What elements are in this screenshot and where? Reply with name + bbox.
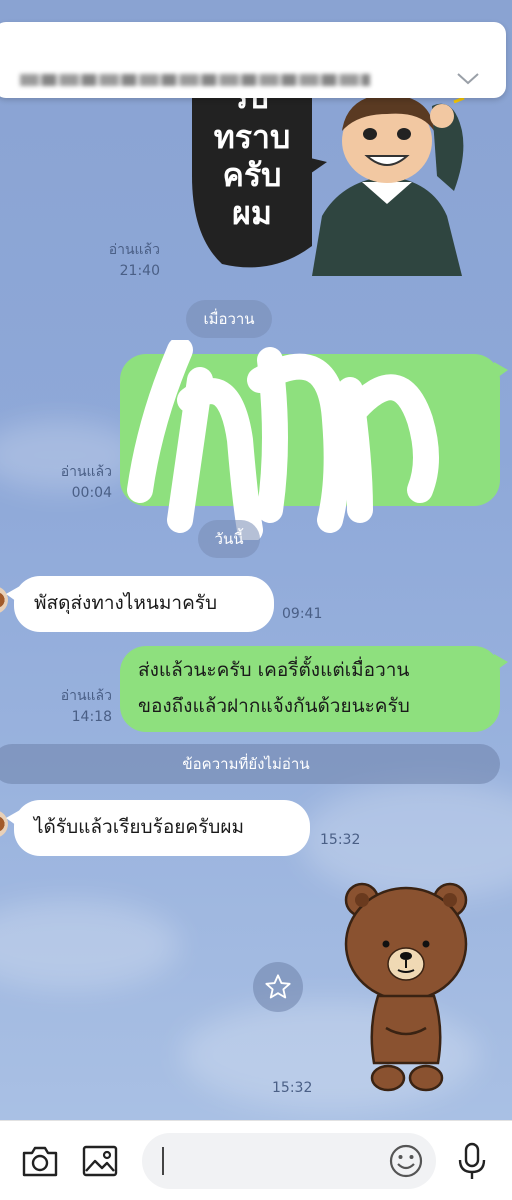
message-time: 21:40 [119,263,160,279]
incoming-message[interactable]: ได้รับแล้วเรียบร้อยครับผม [6,800,310,856]
emoji-icon[interactable] [386,1141,426,1181]
banner-text [20,74,370,86]
message-text-line2: ของถึงแล้วฝากแจ้งกันด้วยนะครับ [138,695,410,717]
date-separator-yesterday: เมื่อวาน [186,300,272,338]
sticker-text-line1: รับ [231,96,269,116]
unread-messages-divider: ข้อความที่ยังไม่อ่าน [0,744,500,784]
star-icon [265,974,291,999]
read-receipt: อ่านแล้ว 00:04 [46,462,112,504]
favorite-sticker-button[interactable] [253,962,303,1012]
read-label: อ่านแล้ว [60,464,112,480]
message-time: 09:41 [282,606,323,622]
sticker-text-line2: ทราบ [214,118,291,156]
read-receipt: อ่านแล้ว 14:18 [46,686,112,728]
outgoing-message[interactable]: ส่งแล้วนะครับ เคอรี่ตั้งแต่เมื่อวาน ของถ… [120,646,508,732]
redaction-scribble [127,340,439,540]
message-text: พัสดุส่งทางไหนมาครับ [34,592,218,614]
microphone-icon[interactable] [452,1141,492,1181]
incoming-message[interactable]: พัสดุส่งทางไหนมาครับ [6,576,274,632]
chevron-down-icon[interactable] [456,72,480,86]
message-time: 15:32 [320,832,361,848]
message-text-line1: ส่งแล้วนะครับ เคอรี่ตั้งแต่เมื่อวาน [138,659,410,681]
date-separator-today: วันนี้ [198,520,260,558]
sticker-text-line3: ครับ [223,156,282,194]
sticker-brown-bear[interactable] [340,878,480,1093]
sticker-text-line4: ผม [232,194,272,232]
message-time: 00:04 [71,485,112,501]
read-label: อ่านแล้ว [60,688,112,704]
message-time: 14:18 [71,709,112,725]
message-composer [0,1120,512,1200]
sticker-man-acknowledge[interactable]: รับ ทราบ ครับ ผม [192,96,482,276]
text-cursor [162,1147,164,1175]
message-time: 15:32 [272,1080,313,1096]
read-label: อ่านแล้ว [108,242,160,258]
camera-icon[interactable] [20,1141,60,1181]
pinned-announcement-banner[interactable] [0,22,506,98]
read-receipt: อ่านแล้ว 21:40 [96,240,160,282]
message-text: ได้รับแล้วเรียบร้อยครับผม [34,816,244,838]
image-gallery-icon[interactable] [80,1141,120,1181]
